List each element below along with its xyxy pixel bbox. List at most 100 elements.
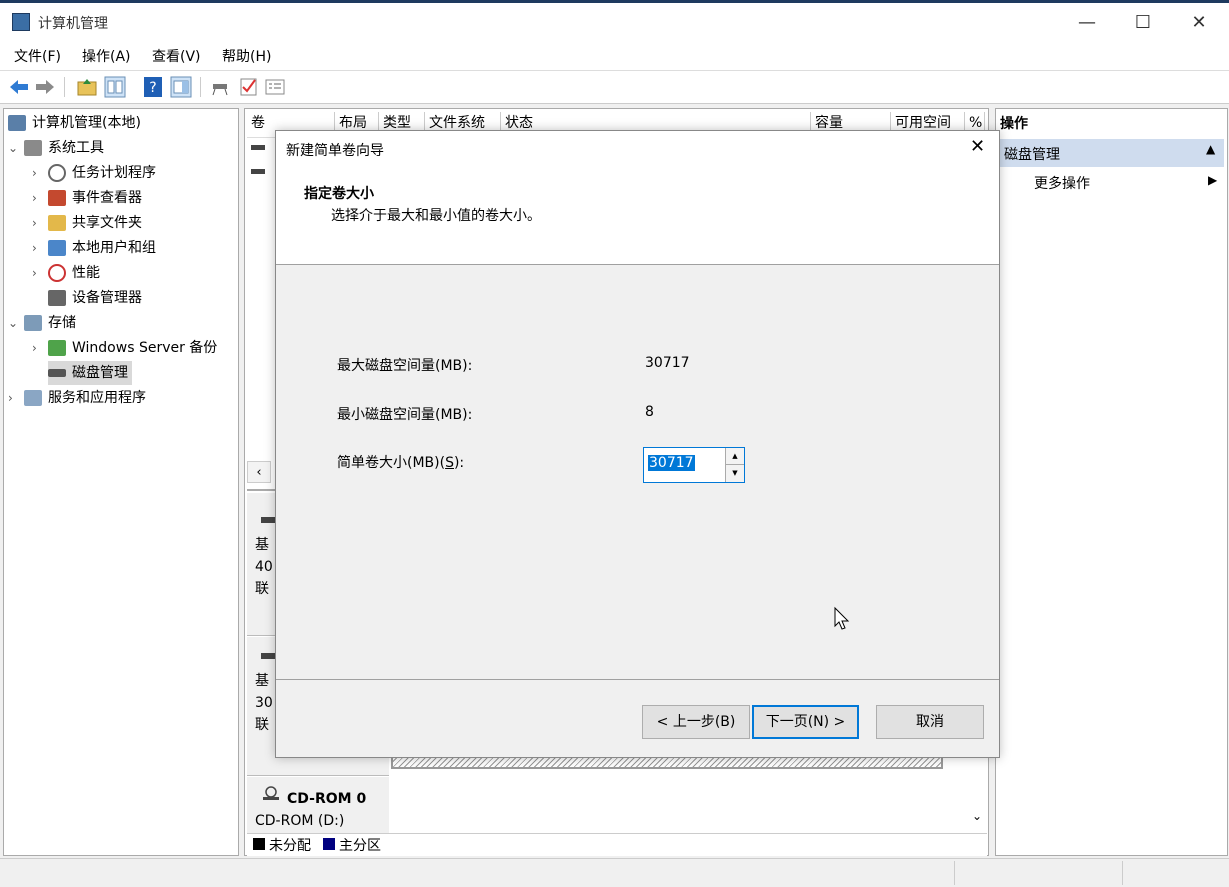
computer-management-icon bbox=[12, 13, 30, 31]
help-icon[interactable]: ? bbox=[142, 76, 164, 98]
volume-size-input[interactable]: 30717 bbox=[648, 455, 695, 471]
menu-bar: 文件(F) 操作(A) 查看(V) 帮助(H) bbox=[0, 40, 1229, 71]
svg-text:?: ? bbox=[149, 80, 156, 96]
actions-pane: 操作 磁盘管理 ▲ 更多操作 ▶ bbox=[995, 108, 1228, 856]
shared-folder-icon bbox=[48, 215, 66, 231]
dialog-title: 新建简单卷向导 bbox=[286, 143, 384, 159]
actions-section-disk-management[interactable]: 磁盘管理 ▲ bbox=[1000, 139, 1224, 167]
min-space-label: 最小磁盘空间量(MB): bbox=[337, 407, 473, 423]
storage-icon bbox=[24, 315, 42, 331]
toolbar-divider bbox=[64, 77, 65, 97]
computer-management-icon bbox=[8, 115, 26, 131]
menu-file[interactable]: 文件(F) bbox=[14, 46, 61, 66]
back-arrow-icon[interactable] bbox=[8, 76, 30, 98]
minimize-button[interactable]: — bbox=[1058, 7, 1116, 39]
tree-label: 共享文件夹 bbox=[72, 215, 142, 231]
menu-help[interactable]: 帮助(H) bbox=[222, 46, 271, 66]
navigation-tree: 计算机管理(本地) ⌄ 系统工具 › 任务计划程序 › 事件查看器 › 共享文件夹 › 本… bbox=[3, 108, 239, 856]
close-button[interactable]: ✕ bbox=[1170, 7, 1228, 39]
actions-section-label: 磁盘管理 bbox=[1004, 147, 1060, 163]
disk-icon bbox=[261, 517, 275, 523]
connect-drive-icon[interactable] bbox=[210, 76, 232, 98]
tree-item-root[interactable]: 计算机管理(本地) bbox=[8, 111, 141, 135]
tree-item-performance[interactable]: › 性能 bbox=[32, 261, 100, 285]
backup-icon bbox=[48, 340, 66, 356]
max-space-value: 30717 bbox=[645, 355, 690, 371]
show-action-pane-icon[interactable] bbox=[170, 76, 192, 98]
submenu-arrow-icon[interactable]: ▶ bbox=[1208, 173, 1217, 187]
forward-arrow-icon[interactable] bbox=[34, 76, 56, 98]
stepper-down-button[interactable]: ▼ bbox=[725, 465, 744, 482]
cdrom-icon bbox=[263, 786, 279, 800]
wizard-header: 新建简单卷向导 ✕ 指定卷大小 选择介于最大和最小值的卷大小。 bbox=[276, 131, 999, 265]
tree-item-event-viewer[interactable]: › 事件查看器 bbox=[32, 186, 142, 210]
tree-item-services-apps[interactable]: › 服务和应用程序 bbox=[8, 386, 146, 410]
tools-icon bbox=[24, 140, 42, 156]
tree-label: 设备管理器 bbox=[72, 290, 142, 306]
chevron-right-icon[interactable]: › bbox=[32, 161, 48, 185]
footer-divider bbox=[276, 679, 999, 680]
title-bar: 计算机管理 — ☐ ✕ bbox=[0, 0, 1229, 40]
new-simple-volume-wizard-dialog: 新建简单卷向导 ✕ 指定卷大小 选择介于最大和最小值的卷大小。 最大磁盘空间量(… bbox=[275, 130, 1000, 758]
chevron-right-icon[interactable]: › bbox=[8, 386, 24, 410]
tree-item-disk-management[interactable]: 磁盘管理 bbox=[48, 361, 132, 385]
legend-label-primary: 主分区 bbox=[339, 838, 381, 854]
tree-label: 事件查看器 bbox=[72, 190, 142, 206]
tree-label: Windows Server 备份 bbox=[72, 340, 218, 356]
tree-label: 系统工具 bbox=[48, 140, 104, 156]
scroll-left-button[interactable]: ‹ bbox=[247, 461, 271, 483]
status-divider bbox=[1122, 861, 1123, 885]
show-hide-tree-icon[interactable] bbox=[104, 76, 126, 98]
chevron-right-icon[interactable]: › bbox=[32, 261, 48, 285]
stepper-up-button[interactable]: ▲ bbox=[725, 448, 744, 465]
check-icon[interactable] bbox=[238, 76, 260, 98]
min-space-value: 8 bbox=[645, 404, 654, 420]
status-bar bbox=[0, 858, 1229, 887]
tree-item-windows-backup[interactable]: › Windows Server 备份 bbox=[32, 336, 217, 360]
chevron-right-icon[interactable]: › bbox=[32, 336, 48, 360]
cdrom-panel[interactable]: CD-ROM 0 CD-ROM (D:) bbox=[247, 777, 389, 833]
chevron-down-icon[interactable]: ⌄ bbox=[8, 136, 24, 160]
tree-item-system-tools[interactable]: ⌄ 系统工具 bbox=[8, 136, 104, 160]
tree-item-local-users[interactable]: › 本地用户和组 bbox=[32, 236, 156, 260]
collapse-up-icon[interactable]: ▲ bbox=[1206, 142, 1215, 156]
menu-action[interactable]: 操作(A) bbox=[82, 46, 131, 66]
disk-icon bbox=[48, 369, 66, 377]
max-space-label: 最大磁盘空间量(MB): bbox=[337, 358, 473, 374]
volume-size-label: 简单卷大小(MB)(S): bbox=[337, 455, 465, 471]
status-divider bbox=[954, 861, 955, 885]
more-actions-item[interactable]: 更多操作 bbox=[1034, 173, 1090, 193]
cdrom-name: CD-ROM 0 bbox=[287, 791, 367, 807]
menu-view[interactable]: 查看(V) bbox=[152, 46, 201, 66]
tree-item-storage[interactable]: ⌄ 存储 bbox=[8, 311, 76, 335]
dialog-close-icon[interactable]: ✕ bbox=[970, 136, 985, 157]
next-button[interactable]: 下一页(N) > bbox=[752, 705, 859, 739]
cancel-button[interactable]: 取消 bbox=[876, 705, 984, 739]
volume-row-icon[interactable] bbox=[251, 169, 265, 174]
up-folder-icon[interactable] bbox=[76, 76, 98, 98]
properties-icon[interactable] bbox=[264, 76, 286, 98]
maximize-button[interactable]: ☐ bbox=[1114, 7, 1172, 39]
legend-swatch-unallocated bbox=[253, 838, 265, 850]
cdrom-drive: CD-ROM (D:) bbox=[255, 813, 345, 829]
chevron-down-icon[interactable]: ⌄ bbox=[8, 311, 24, 335]
back-button[interactable]: < 上一步(B) bbox=[642, 705, 750, 739]
services-icon bbox=[24, 390, 42, 406]
wizard-step-subheading: 选择介于最大和最小值的卷大小。 bbox=[331, 208, 541, 224]
chevron-right-icon[interactable]: › bbox=[32, 236, 48, 260]
tree-item-task-scheduler[interactable]: › 任务计划程序 bbox=[32, 161, 156, 185]
chevron-right-icon[interactable]: › bbox=[32, 186, 48, 210]
volume-row-icon[interactable] bbox=[251, 145, 265, 150]
volume-size-stepper[interactable]: 30717 ▲ ▼ bbox=[643, 447, 745, 483]
scroll-down-button[interactable]: ⌄ bbox=[969, 809, 985, 829]
tree-label: 本地用户和组 bbox=[72, 240, 156, 256]
chevron-right-icon[interactable]: › bbox=[32, 211, 48, 235]
event-viewer-icon bbox=[48, 190, 66, 206]
tree-item-device-manager[interactable]: 设备管理器 bbox=[48, 286, 142, 310]
actions-header: 操作 bbox=[1000, 116, 1028, 132]
tree-item-shared-folders[interactable]: › 共享文件夹 bbox=[32, 211, 142, 235]
disk-icon bbox=[261, 653, 275, 659]
window-title: 计算机管理 bbox=[38, 16, 108, 32]
mouse-cursor-icon bbox=[834, 606, 850, 630]
toolbar-divider bbox=[200, 77, 201, 97]
